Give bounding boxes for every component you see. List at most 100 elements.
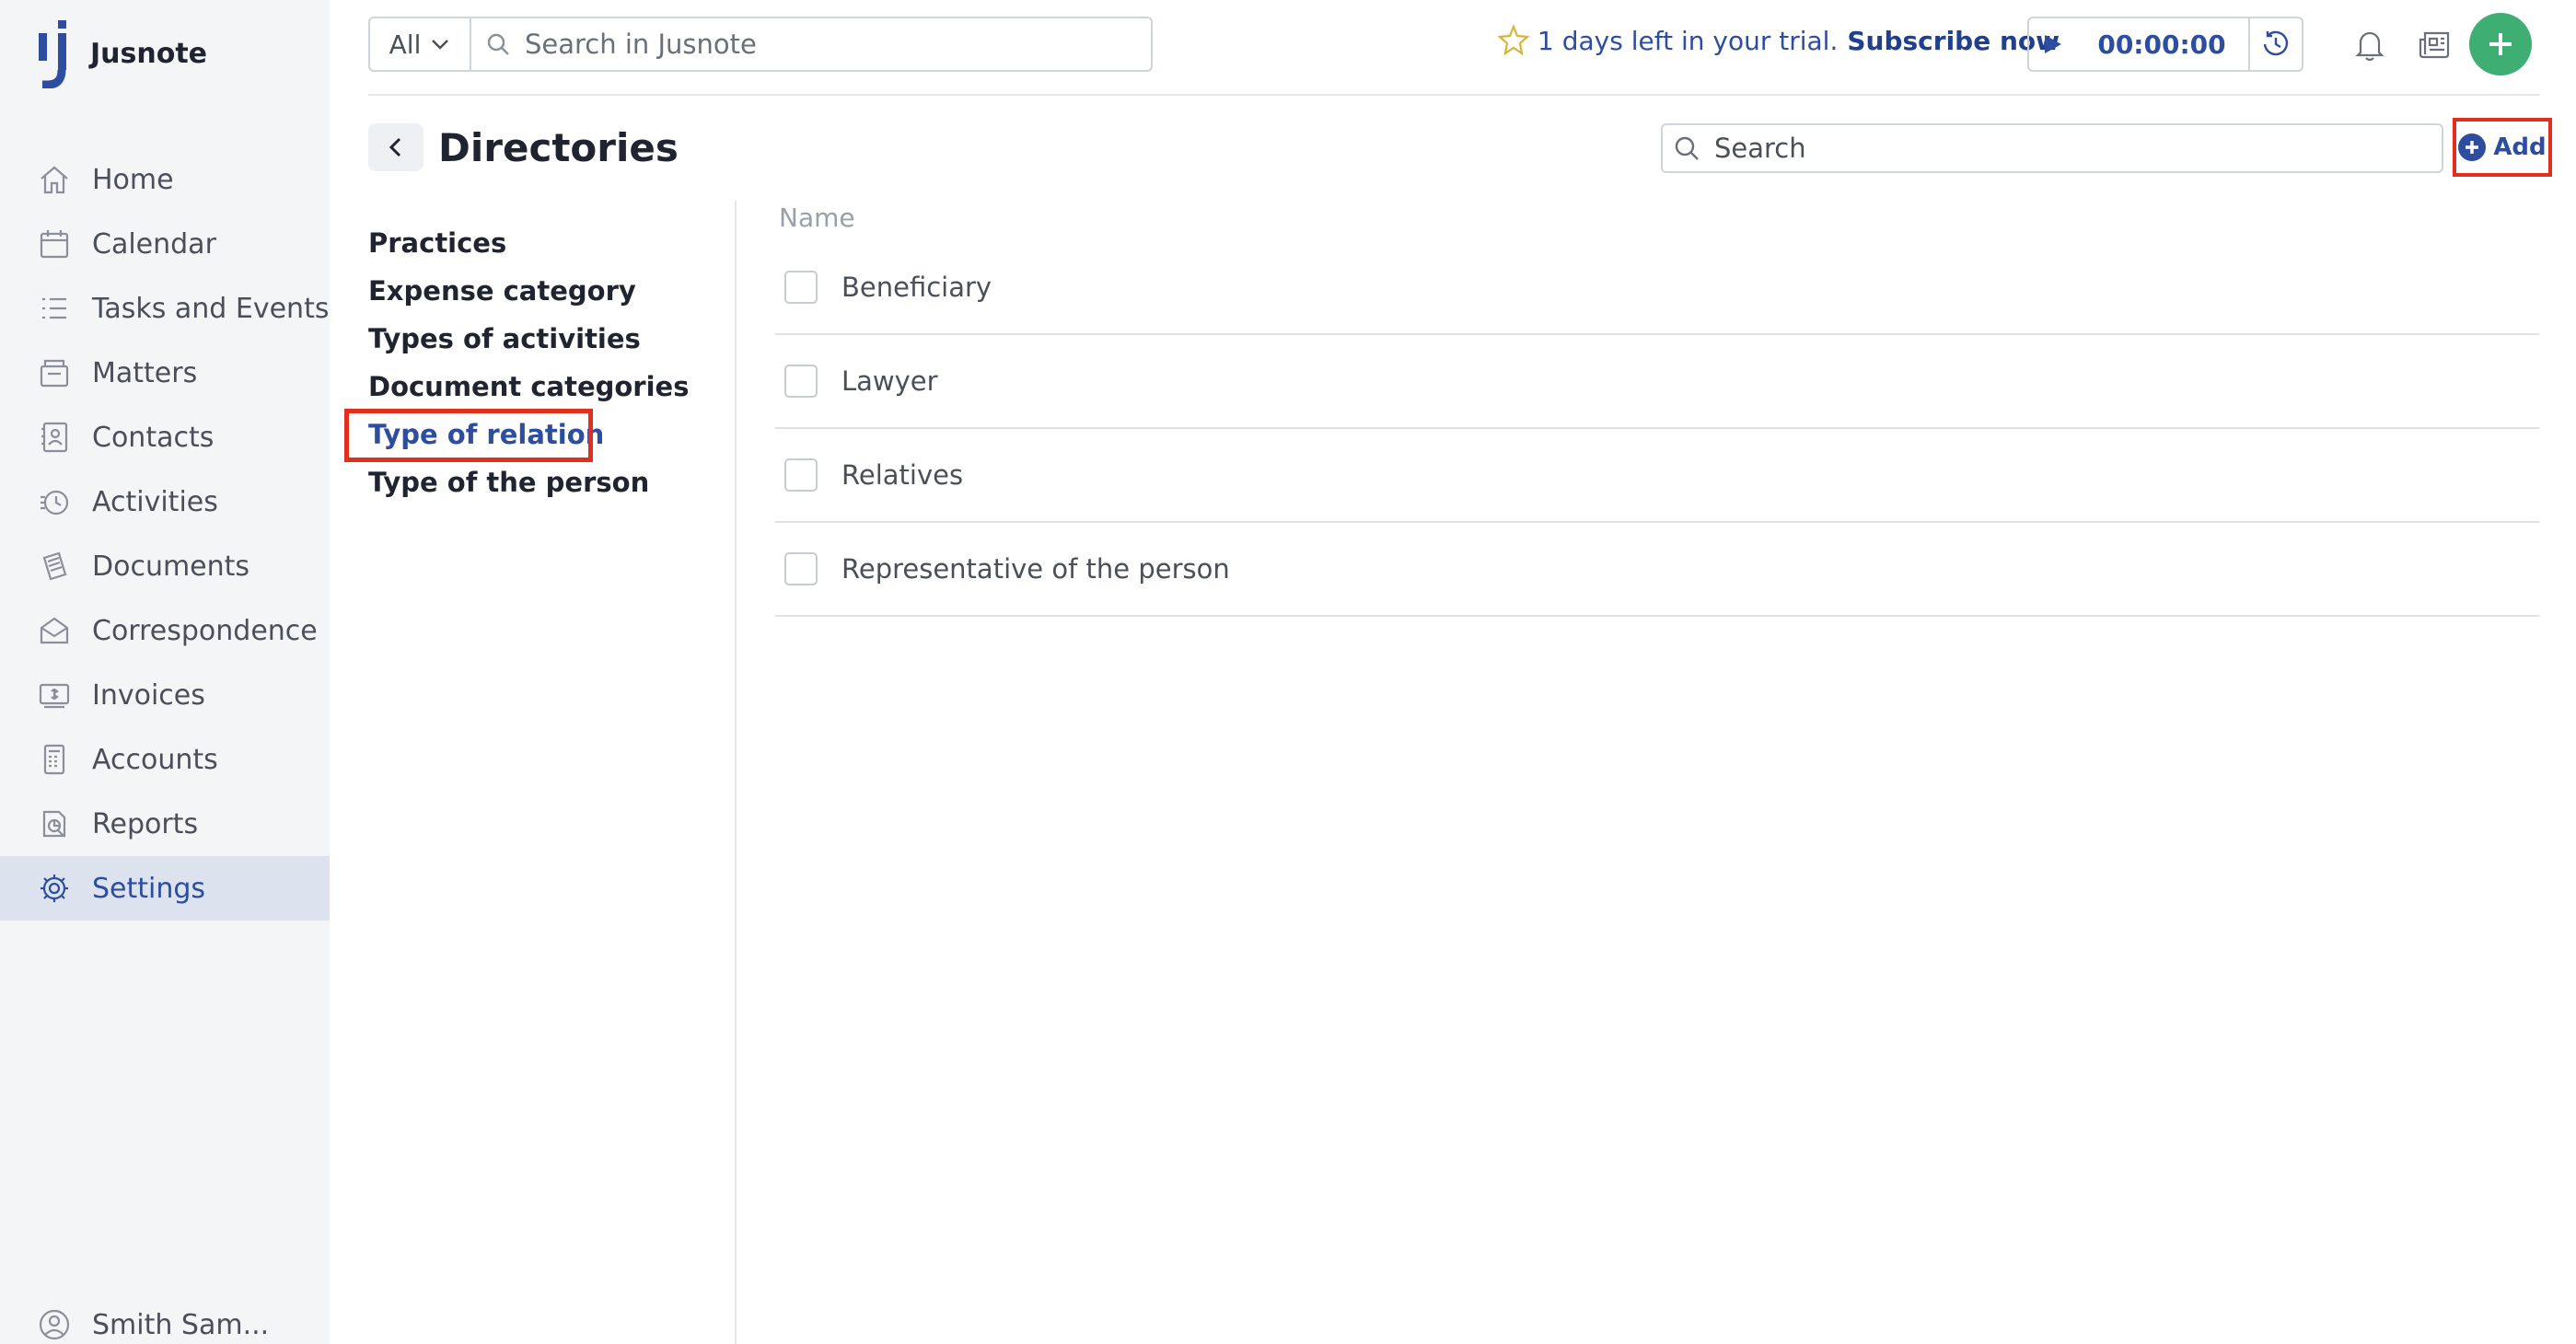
sidebar: Jusnote Home Calendar Tasks and Events M…: [0, 0, 330, 1344]
tasks-icon: [42, 297, 66, 319]
sidebar-item-documents[interactable]: Documents: [0, 534, 330, 598]
timer: 00:00:00: [2027, 17, 2303, 72]
quick-add-button[interactable]: [2469, 13, 2532, 75]
relations-table: Name Beneficiary Lawyer Relatives Repres…: [775, 195, 2539, 617]
row-checkbox[interactable]: [784, 271, 818, 304]
chevron-down-icon: [432, 40, 449, 50]
directory-item-document-categories[interactable]: Document categories: [368, 363, 718, 411]
sidebar-item-label: Home: [92, 163, 174, 196]
chevron-left-icon: [389, 137, 401, 157]
plus-icon: [2489, 33, 2512, 55]
search-scope-value: All: [389, 29, 422, 60]
timer-history-button[interactable]: [2248, 18, 2302, 70]
table-row[interactable]: Relatives: [775, 429, 2539, 523]
sidebar-item-label: Calendar: [92, 227, 216, 261]
table-row[interactable]: Lawyer: [775, 335, 2539, 429]
trial-text: 1 days left in your trial.: [1537, 25, 1839, 56]
directory-item-type-of-the-person[interactable]: Type of the person: [368, 458, 718, 506]
search-icon: [487, 33, 509, 55]
timer-value: 00:00:00: [2097, 29, 2226, 60]
play-icon: [2045, 35, 2061, 53]
calendar-icon: [40, 230, 69, 259]
timer-play-button[interactable]: [2029, 18, 2075, 70]
trial-notice: 1 days left in your trial. Subscribe now: [1497, 24, 2060, 57]
sidebar-item-label: Correspondence: [92, 614, 318, 647]
search-icon: [1675, 136, 1699, 160]
sidebar-item-activities[interactable]: Activities: [0, 469, 330, 534]
row-checkbox[interactable]: [784, 365, 818, 398]
directories-menu: Practices Expense category Types of acti…: [344, 219, 718, 506]
row-name: Lawyer: [841, 365, 938, 397]
contacts-icon: [41, 422, 68, 453]
user-name: Smith Sam...: [92, 1308, 270, 1341]
user-menu[interactable]: Smith Sam...: [37, 1307, 269, 1342]
page-title: Directories: [438, 125, 679, 170]
directory-search-input[interactable]: [1714, 133, 2414, 164]
row-name: Beneficiary: [841, 272, 992, 303]
topbar-divider: [368, 94, 2539, 96]
topbar: All 1 days left in your trial. Subscribe…: [368, 13, 2539, 75]
sidebar-item-matters[interactable]: Matters: [0, 341, 330, 405]
correspondence-icon: [40, 617, 69, 644]
sidebar-item-label: Tasks and Events: [92, 292, 330, 325]
sidebar-item-label: Documents: [92, 550, 250, 583]
row-checkbox[interactable]: [784, 458, 818, 492]
sidebar-nav: Home Calendar Tasks and Events Matters C…: [0, 147, 330, 921]
global-search: [470, 17, 1153, 72]
sidebar-item-calendar[interactable]: Calendar: [0, 212, 330, 276]
news-icon: [2419, 31, 2450, 59]
bell-icon: [2355, 31, 2385, 62]
star-icon: [1497, 24, 1530, 56]
row-name: Relatives: [841, 459, 964, 491]
app-root: Jusnote Home Calendar Tasks and Events M…: [0, 0, 2576, 1344]
directory-item-types-of-activities[interactable]: Types of activities: [368, 315, 718, 363]
back-button[interactable]: [368, 123, 424, 171]
sidebar-item-accounts[interactable]: Accounts: [0, 727, 330, 792]
sidebar-item-reports[interactable]: Reports: [0, 792, 330, 856]
directory-item-practices[interactable]: Practices: [368, 219, 718, 267]
reports-icon: [42, 810, 66, 838]
add-button[interactable]: Add: [2453, 118, 2552, 177]
sidebar-item-settings[interactable]: Settings: [0, 856, 330, 921]
column-header-name[interactable]: Name: [775, 195, 2539, 241]
accounts-icon: [43, 744, 65, 775]
row-name: Representative of the person: [841, 553, 1230, 585]
global-search-input[interactable]: [525, 29, 1123, 60]
sidebar-item-label: Invoices: [92, 678, 205, 712]
home-icon: [41, 166, 68, 194]
news-button[interactable]: [2412, 22, 2456, 66]
table-row[interactable]: Representative of the person: [775, 523, 2539, 617]
jusnote-logo-icon: [39, 20, 66, 88]
sidebar-item-contacts[interactable]: Contacts: [0, 405, 330, 469]
sidebar-item-label: Activities: [92, 485, 218, 518]
documents-icon: [42, 551, 67, 581]
directory-item-type-of-relation[interactable]: Type of relation: [344, 409, 718, 462]
app-name: Jusnote: [90, 37, 208, 70]
sidebar-item-label: Reports: [92, 807, 199, 840]
history-icon: [2263, 30, 2289, 56]
user-avatar-icon: [39, 1309, 70, 1340]
invoices-icon: [39, 683, 70, 709]
logo[interactable]: Jusnote: [33, 18, 207, 88]
gear-icon: [41, 875, 68, 902]
add-label: Add: [2493, 133, 2547, 161]
search-scope-dropdown[interactable]: All: [368, 17, 471, 72]
sidebar-item-correspondence[interactable]: Correspondence: [0, 598, 330, 663]
directory-item-expense-category[interactable]: Expense category: [368, 267, 718, 315]
activities-icon: [41, 490, 69, 516]
notifications-button[interactable]: [2348, 22, 2392, 66]
sidebar-item-tasks[interactable]: Tasks and Events: [0, 276, 330, 341]
row-checkbox[interactable]: [784, 552, 818, 585]
matters-icon: [40, 359, 69, 388]
directory-search: [1661, 123, 2443, 173]
plus-circle-icon: [2458, 133, 2487, 161]
sidebar-item-home[interactable]: Home: [0, 147, 330, 212]
sidebar-item-label: Matters: [92, 356, 198, 389]
sidebar-item-label: Settings: [92, 872, 206, 905]
sidebar-item-invoices[interactable]: Invoices: [0, 663, 330, 727]
sidebar-item-label: Accounts: [92, 743, 218, 776]
sidebar-item-label: Contacts: [92, 421, 215, 454]
table-row[interactable]: Beneficiary: [775, 241, 2539, 335]
content-divider: [735, 201, 737, 1344]
selection-highlight: [344, 409, 593, 462]
